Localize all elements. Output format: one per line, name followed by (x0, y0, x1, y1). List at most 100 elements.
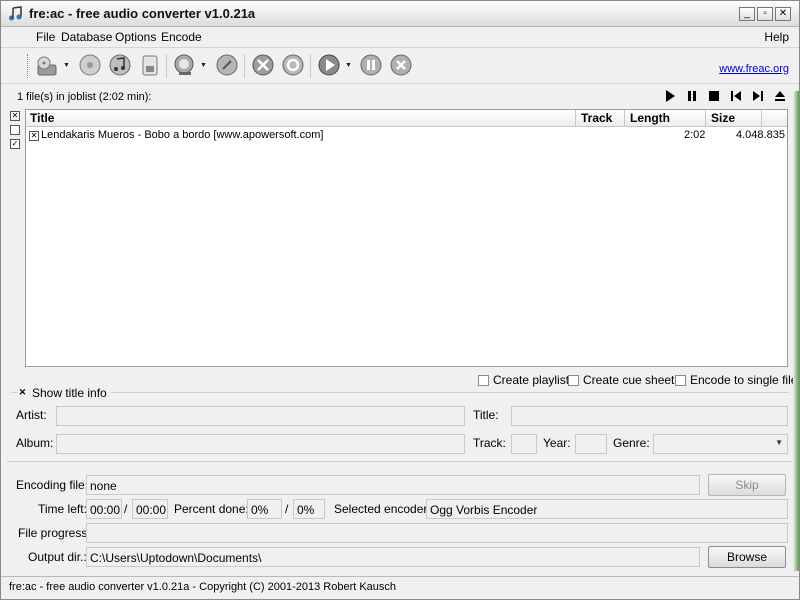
toggle-selection-checkbox[interactable]: ✓ (10, 139, 20, 149)
title-label: Title: (473, 408, 499, 422)
app-window: fre:ac - free audio converter v1.0.21a _… (0, 0, 800, 600)
play-icon[interactable] (663, 88, 677, 104)
genre-select[interactable]: ▼ (653, 434, 788, 454)
browse-button[interactable]: Browse (708, 546, 786, 568)
column-track[interactable]: Track (581, 111, 612, 125)
create-cue-sheet-label: Create cue sheet (583, 373, 675, 387)
selected-encoder-field: Ogg Vorbis Encoder (426, 499, 788, 519)
cddb-submit-icon[interactable] (214, 52, 240, 78)
previous-track-icon[interactable] (729, 88, 743, 104)
add-files-icon[interactable] (35, 52, 61, 78)
minimize-button[interactable]: _ (739, 7, 755, 21)
pause-icon[interactable] (358, 52, 384, 78)
artist-label: Artist: (16, 408, 47, 422)
row-size: 4.048.835 (736, 129, 785, 141)
output-dir-label: Output dir.: (28, 550, 87, 564)
status-text: fre:ac - free audio converter v1.0.21a -… (9, 581, 397, 593)
show-title-info-toggle[interactable]: ✕ Show title info (17, 386, 111, 400)
file-progress-bar (86, 523, 788, 543)
selected-encoder-label: Selected encoder: (334, 502, 431, 516)
menu-database[interactable]: Database (58, 30, 115, 44)
encode-single-file-label: Encode to single file (690, 373, 798, 387)
skip-button[interactable]: Skip (708, 474, 786, 496)
table-row[interactable]: ✕ Lendakaris Mueros - Bobo a bordo [www.… (26, 128, 787, 144)
row-checkbox[interactable]: ✕ (29, 131, 39, 141)
year-field[interactable] (575, 434, 607, 454)
time-separator: / (124, 502, 128, 516)
column-size[interactable]: Size (711, 111, 735, 125)
encoding-file-field: none (86, 475, 700, 495)
stop-playback-icon[interactable] (707, 88, 721, 104)
settings-gear-icon[interactable] (280, 52, 306, 78)
maximize-button[interactable]: ▫ (757, 7, 773, 21)
cddb-icon[interactable] (107, 52, 133, 78)
close-button[interactable]: ✕ (775, 7, 791, 21)
time-left-field: 00:00 (86, 499, 122, 519)
menu-file[interactable]: File (33, 30, 58, 44)
row-length: 2:02 (684, 129, 706, 141)
title-bar[interactable]: fre:ac - free audio converter v1.0.21a _… (1, 1, 799, 27)
next-track-icon[interactable] (751, 88, 765, 104)
add-cd-icon[interactable] (77, 52, 103, 78)
menu-help[interactable]: Help (764, 30, 789, 44)
year-label: Year: (543, 436, 571, 450)
create-playlist-checkbox[interactable] (478, 374, 489, 386)
encode-single-file-checkbox[interactable] (675, 374, 686, 386)
status-bar: fre:ac - free audio converter v1.0.21a -… (1, 576, 799, 599)
joblist[interactable]: Title Track Length Size ✕ Lendakaris Mue… (25, 109, 788, 367)
create-cue-sheet-checkbox[interactable] (568, 374, 579, 386)
genre-dropdown-icon[interactable]: ▼ (775, 438, 783, 447)
selected-encoder-value: Ogg Vorbis Encoder (430, 503, 538, 517)
time-total-value: 00:00 (136, 503, 167, 517)
joblist-summary: 1 file(s) in joblist (2:02 min): (17, 91, 152, 103)
album-label: Album: (16, 436, 54, 450)
track-label: Track: (473, 436, 506, 450)
file-progress-label: File progress: (18, 526, 91, 540)
select-none-checkbox[interactable] (10, 125, 20, 135)
percent-total-field: 0% (293, 499, 325, 519)
track-field[interactable] (511, 434, 537, 454)
output-dir-field[interactable]: C:\Users\Uptodown\Documents\ (86, 547, 700, 567)
artist-field[interactable] (56, 406, 465, 426)
album-field[interactable] (56, 434, 465, 454)
title-info-frame (11, 392, 789, 393)
select-all-checkbox[interactable]: ✕ (10, 111, 20, 121)
title-field[interactable] (511, 406, 788, 426)
eject-icon[interactable] (773, 88, 787, 104)
create-playlist-option[interactable]: Create playlist (478, 373, 569, 387)
toolbar-grip[interactable] (27, 54, 30, 78)
percent-done-label: Percent done: (174, 502, 249, 516)
encoding-file-label: Encoding file: (16, 478, 89, 492)
genre-label: Genre: (613, 436, 650, 450)
menu-bar: File Database Options Encode Help (1, 28, 799, 48)
menu-options[interactable]: Options (112, 30, 159, 44)
app-icon (9, 6, 22, 21)
output-dir-value: C:\Users\Uptodown\Documents\ (90, 551, 262, 565)
configure-icon[interactable] (250, 52, 276, 78)
encode-play-icon[interactable] (316, 52, 342, 78)
percent-done-value: 0% (251, 503, 269, 517)
time-left-value: 00:00 (90, 503, 121, 517)
time-total-field: 00:00 (132, 499, 168, 519)
encode-dropdown-icon[interactable]: ▼ (345, 62, 352, 69)
cddb-edit-icon[interactable] (137, 52, 163, 78)
menu-encode[interactable]: Encode (158, 30, 205, 44)
freac-website-link[interactable]: www.freac.org (719, 63, 789, 75)
show-title-info-label: Show title info (32, 386, 107, 400)
percent-done-field: 0% (247, 499, 282, 519)
percent-total-value: 0% (297, 503, 315, 517)
cddb-query-icon[interactable] (171, 52, 197, 78)
show-title-info-checkbox[interactable]: ✕ (17, 387, 28, 399)
desktop-edge (793, 91, 799, 571)
column-length[interactable]: Length (630, 111, 670, 125)
cddb-query-dropdown-icon[interactable]: ▼ (200, 62, 207, 69)
percent-separator: / (285, 502, 289, 516)
encode-single-file-option[interactable]: Encode to single file (675, 373, 797, 387)
pause-playback-icon[interactable] (685, 88, 699, 104)
stop-icon[interactable] (388, 52, 414, 78)
column-title[interactable]: Title (30, 111, 54, 125)
row-title: Lendakaris Mueros - Bobo a bordo [www.ap… (41, 129, 324, 141)
add-files-dropdown-icon[interactable]: ▼ (63, 62, 70, 69)
create-cue-sheet-option[interactable]: Create cue sheet (568, 373, 674, 387)
joblist-header: Title Track Length Size (26, 110, 787, 127)
